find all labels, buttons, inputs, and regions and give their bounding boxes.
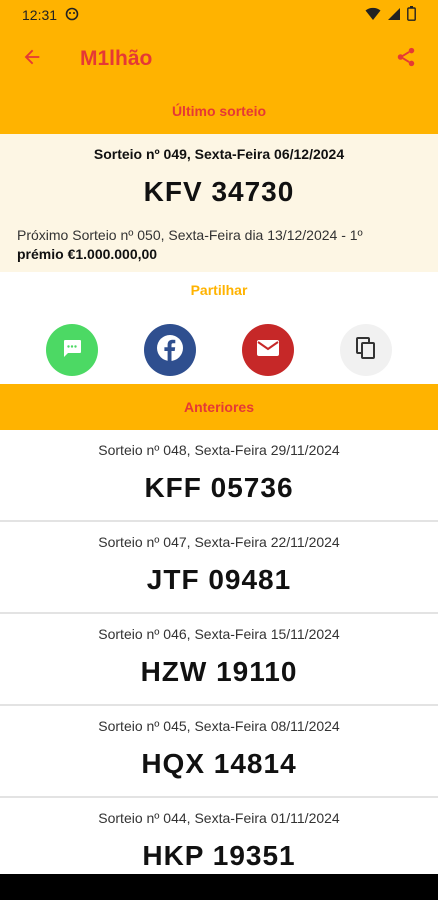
status-bar: 12:31 xyxy=(0,0,438,30)
draw-code: HKP 19351 xyxy=(142,840,296,871)
app-title: M1lhão xyxy=(80,47,153,70)
share-icon xyxy=(395,46,417,73)
next-draw-text: Próximo Sorteio nº 050, Sexta-Feira dia … xyxy=(17,227,363,243)
latest-draw-date: Sorteio nº 049, Sexta-Feira 06/12/2024 xyxy=(93,146,345,162)
next-draw-info: Próximo Sorteio nº 050, Sexta-Feira dia … xyxy=(17,226,408,264)
previous-draws-header: Anteriores xyxy=(0,384,438,430)
next-draw-prize: prémio €1.000.000,00 xyxy=(17,246,158,262)
facebook-icon xyxy=(155,333,185,368)
list-item[interactable]: Sorteio nº 046, Sexta-Feira 15/11/2024 H… xyxy=(0,614,438,706)
status-time: 12:31 xyxy=(22,7,58,23)
share-facebook-button[interactable] xyxy=(144,324,196,376)
copy-button[interactable] xyxy=(340,324,392,376)
system-nav-bar xyxy=(0,874,438,900)
draw-date: Sorteio nº 046, Sexta-Feira 15/11/2024 xyxy=(98,626,340,642)
share-label: Partilhar xyxy=(190,282,248,298)
latest-draw-card: Sorteio nº 049, Sexta-Feira 06/12/2024 K… xyxy=(0,134,438,272)
draw-code: HZW 19110 xyxy=(140,656,298,687)
draw-date: Sorteio nº 044, Sexta-Feira 01/11/2024 xyxy=(98,810,340,826)
draw-date: Sorteio nº 048, Sexta-Feira 29/11/2024 xyxy=(98,442,340,458)
app-bar: M1lhão xyxy=(0,30,438,88)
draw-code: HQX 14814 xyxy=(141,748,297,779)
share-options xyxy=(0,324,438,376)
share-email-button[interactable] xyxy=(242,324,294,376)
back-button[interactable] xyxy=(12,39,52,79)
draw-code: JTF 09481 xyxy=(146,564,292,595)
share-sms-button[interactable] xyxy=(46,324,98,376)
sms-icon xyxy=(60,336,84,365)
battery-icon xyxy=(407,6,416,24)
share-button[interactable] xyxy=(386,39,426,79)
app-notification-icon xyxy=(65,7,79,24)
latest-draw-code: KFV 34730 xyxy=(143,176,295,207)
wifi-icon xyxy=(365,7,381,24)
signal-icon xyxy=(387,7,401,24)
list-item[interactable]: Sorteio nº 045, Sexta-Feira 08/11/2024 H… xyxy=(0,706,438,798)
draw-code: KFF 05736 xyxy=(144,472,294,503)
list-item[interactable]: Sorteio nº 048, Sexta-Feira 29/11/2024 K… xyxy=(0,430,438,522)
arrow-back-icon xyxy=(21,46,43,73)
mail-icon xyxy=(256,338,280,363)
draw-date: Sorteio nº 045, Sexta-Feira 08/11/2024 xyxy=(98,718,340,734)
draw-date: Sorteio nº 047, Sexta-Feira 22/11/2024 xyxy=(98,534,340,550)
latest-draw-header: Último sorteio xyxy=(0,88,438,134)
copy-icon xyxy=(355,336,377,365)
list-item[interactable]: Sorteio nº 047, Sexta-Feira 22/11/2024 J… xyxy=(0,522,438,614)
